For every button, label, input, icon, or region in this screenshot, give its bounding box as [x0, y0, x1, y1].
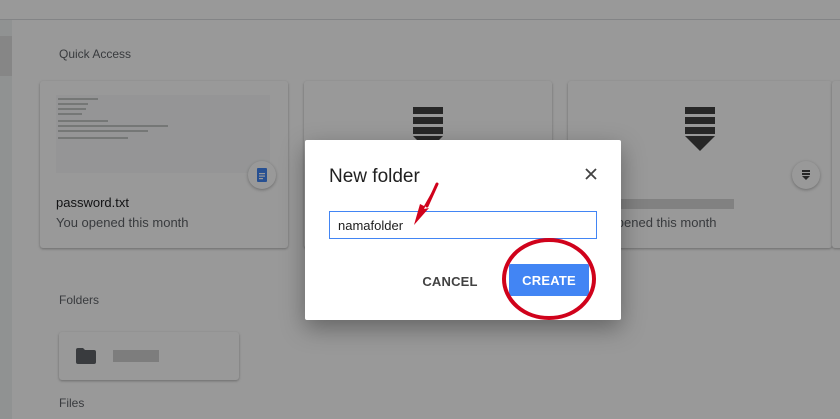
folder-name-input[interactable] [329, 211, 597, 239]
create-button[interactable]: CREATE [509, 264, 589, 296]
close-button[interactable] [581, 164, 601, 184]
dialog-title: New folder [329, 166, 420, 187]
cancel-button[interactable]: CANCEL [411, 266, 489, 296]
new-folder-dialog: New folder CANCEL CREATE [305, 140, 621, 320]
close-icon [585, 168, 597, 180]
